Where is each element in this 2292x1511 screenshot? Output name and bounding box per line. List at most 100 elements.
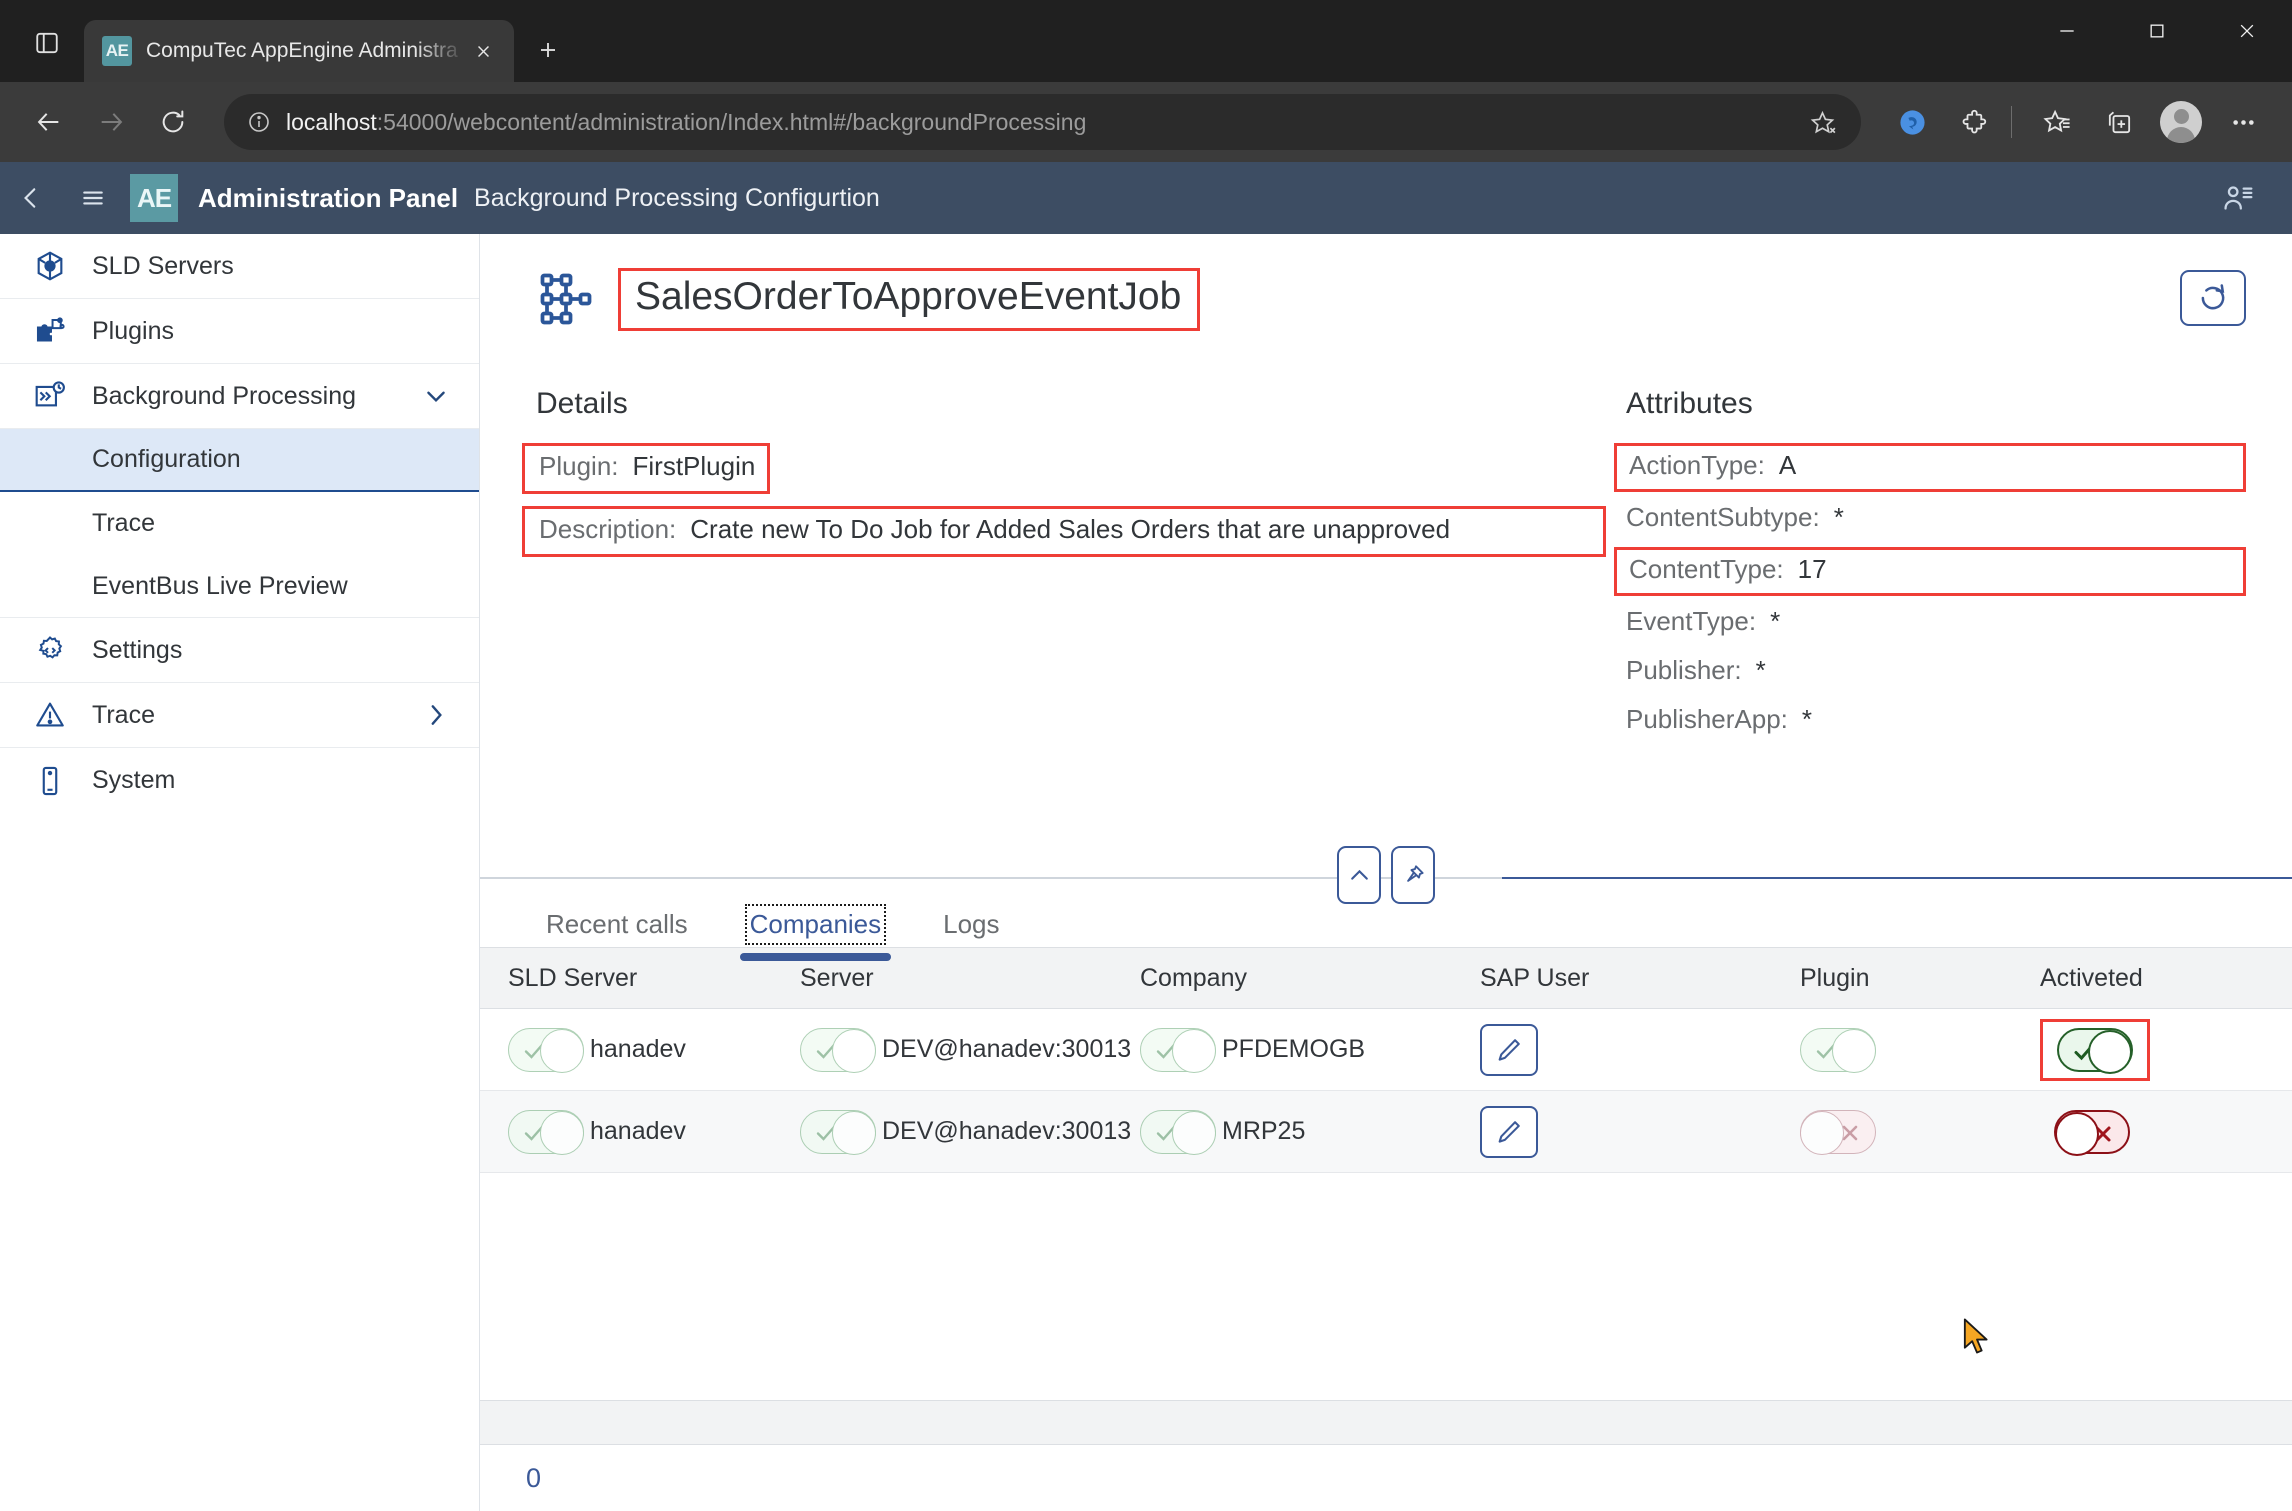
- toggle-knob: [1172, 1029, 1216, 1073]
- attribute-eventtype: EventType: *: [1614, 602, 2246, 645]
- cell-server: DEV@hanadev:30013: [800, 1110, 1140, 1154]
- attribute-label: ContentType:: [1629, 554, 1784, 585]
- avatar: [2160, 101, 2202, 143]
- job-detail-panel: SalesOrderToApproveEventJob Details Plug…: [480, 234, 2292, 877]
- sidebar-item-label: Plugins: [92, 317, 453, 346]
- cell-sap-user: [1480, 1024, 1800, 1076]
- column-header-company: Company: [1140, 964, 1480, 993]
- attribute-contenttype: ContentType: 17: [1614, 547, 2246, 596]
- sld-server-toggle[interactable]: [508, 1028, 584, 1072]
- collapse-panel-button[interactable]: [1337, 846, 1381, 904]
- server-value: DEV@hanadev:30013: [882, 1034, 1054, 1065]
- sidebar-item-sld-servers[interactable]: SLD Servers: [0, 234, 479, 299]
- settings-more-icon[interactable]: [2216, 95, 2270, 149]
- collections-icon[interactable]: [2092, 95, 2146, 149]
- server-toggle[interactable]: [800, 1028, 876, 1072]
- column-header-plugin: Plugin: [1800, 964, 2040, 993]
- browser-tab[interactable]: AE CompuTec AppEngine Administra: [84, 20, 514, 82]
- activated-toggle[interactable]: [2054, 1110, 2130, 1154]
- plugin-toggle[interactable]: [1800, 1028, 1876, 1072]
- chevron-down-icon[interactable]: [419, 379, 453, 413]
- address-bar[interactable]: localhost:54000/webcontent/administratio…: [224, 94, 1861, 150]
- attribute-value: A: [1779, 450, 1796, 481]
- plugin-value: FirstPlugin: [633, 451, 756, 482]
- new-tab-button[interactable]: [526, 28, 570, 72]
- activated-toggle[interactable]: [2057, 1028, 2133, 1072]
- site-info-icon[interactable]: [242, 105, 276, 139]
- copilot-icon[interactable]: [1885, 95, 1939, 149]
- toggle-knob: [832, 1029, 876, 1073]
- app-back-button[interactable]: [0, 167, 62, 229]
- companies-table: SLD Server Server Company SAP User Plugi…: [480, 947, 2292, 1511]
- sidebar-item-plugins[interactable]: Plugins: [0, 299, 479, 364]
- user-settings-icon[interactable]: [2210, 170, 2266, 226]
- app-header: AE Administration Panel Background Proce…: [0, 162, 2292, 234]
- table-row[interactable]: hanadev DEV@hanadev:30013: [480, 1091, 2292, 1173]
- maximize-icon[interactable]: [2112, 0, 2202, 62]
- toggle-knob: [1800, 1111, 1844, 1155]
- favorites-icon[interactable]: [2030, 95, 2084, 149]
- cell-sld-server: hanadev: [480, 1110, 800, 1154]
- attributes-heading: Attributes: [1626, 387, 2246, 421]
- company-toggle[interactable]: [1140, 1028, 1216, 1072]
- tab-companies[interactable]: Companies: [740, 899, 892, 947]
- sld-server-value: hanadev: [590, 1034, 686, 1065]
- attribute-actiontype: ActionType: A: [1614, 443, 2246, 492]
- tab-recent-calls[interactable]: Recent calls: [536, 899, 698, 947]
- reload-icon[interactable]: [146, 95, 200, 149]
- main-content: SalesOrderToApproveEventJob Details Plug…: [480, 234, 2292, 1511]
- edit-pencil-icon[interactable]: [1480, 1106, 1538, 1158]
- chevron-right-icon[interactable]: [419, 698, 453, 732]
- activated-highlight-box: [2040, 1019, 2150, 1081]
- plugins-icon: [28, 309, 72, 353]
- close-icon[interactable]: [2202, 0, 2292, 62]
- cell-company: MRP25: [1140, 1110, 1480, 1154]
- pin-panel-button[interactable]: [1391, 846, 1435, 904]
- add-favorite-icon[interactable]: [1801, 101, 1843, 143]
- server-toggle[interactable]: [800, 1110, 876, 1154]
- app-title: Administration Panel: [198, 183, 458, 214]
- sidebar-subitem-label: Trace: [92, 509, 155, 538]
- column-header-activated: Activeted: [2040, 964, 2270, 993]
- tab-actions-icon[interactable]: [24, 22, 70, 64]
- sidebar-item-label: SLD Servers: [92, 252, 453, 281]
- url-host: localhost: [286, 109, 377, 135]
- extensions-icon[interactable]: [1947, 95, 2001, 149]
- close-icon[interactable]: [466, 34, 500, 68]
- minimize-icon[interactable]: [2022, 0, 2112, 62]
- column-header-sld-server: SLD Server: [480, 964, 800, 993]
- system-icon: [28, 759, 72, 803]
- settings-icon: [28, 628, 72, 672]
- attribute-publisher: Publisher: *: [1614, 651, 2246, 694]
- toggle-knob: [540, 1111, 584, 1155]
- sld-server-toggle[interactable]: [508, 1110, 584, 1154]
- job-network-icon: [536, 269, 596, 329]
- profile-avatar[interactable]: [2154, 95, 2208, 149]
- refresh-button[interactable]: [2180, 270, 2246, 326]
- plugin-toggle[interactable]: [1800, 1110, 1876, 1154]
- sidebar-item-settings[interactable]: Settings: [0, 618, 479, 683]
- sidebar-subitem-label: EventBus Live Preview: [92, 572, 348, 601]
- sidebar-item-trace[interactable]: Trace: [0, 683, 479, 748]
- back-arrow-icon[interactable]: [22, 95, 76, 149]
- edit-pencil-icon[interactable]: [1480, 1024, 1538, 1076]
- sidebar-item-system[interactable]: System: [0, 748, 479, 813]
- panel-splitter[interactable]: [480, 877, 2292, 879]
- description-field: Description: Crate new To Do Job for Add…: [522, 506, 1606, 557]
- job-title-box: SalesOrderToApproveEventJob: [618, 268, 1200, 331]
- attribute-label: Publisher:: [1626, 655, 1742, 686]
- table-row[interactable]: hanadev DEV@hanadev:30013: [480, 1009, 2292, 1091]
- tab-logs[interactable]: Logs: [933, 899, 1009, 947]
- sidebar-item-trace-bp[interactable]: Trace: [0, 492, 479, 555]
- tab-favicon: AE: [102, 36, 132, 66]
- splitter-accent-line: [1502, 877, 2292, 879]
- background-processing-icon: [28, 374, 72, 418]
- forward-arrow-icon[interactable]: [84, 95, 138, 149]
- sidebar-item-eventbus-live-preview[interactable]: EventBus Live Preview: [0, 555, 479, 618]
- toggle-knob: [1832, 1029, 1876, 1073]
- tab-label: Recent calls: [546, 909, 688, 940]
- sidebar-item-configuration[interactable]: Configuration: [0, 429, 479, 492]
- sidebar-item-background-processing[interactable]: Background Processing: [0, 364, 479, 429]
- hamburger-menu-icon[interactable]: [62, 167, 124, 229]
- company-toggle[interactable]: [1140, 1110, 1216, 1154]
